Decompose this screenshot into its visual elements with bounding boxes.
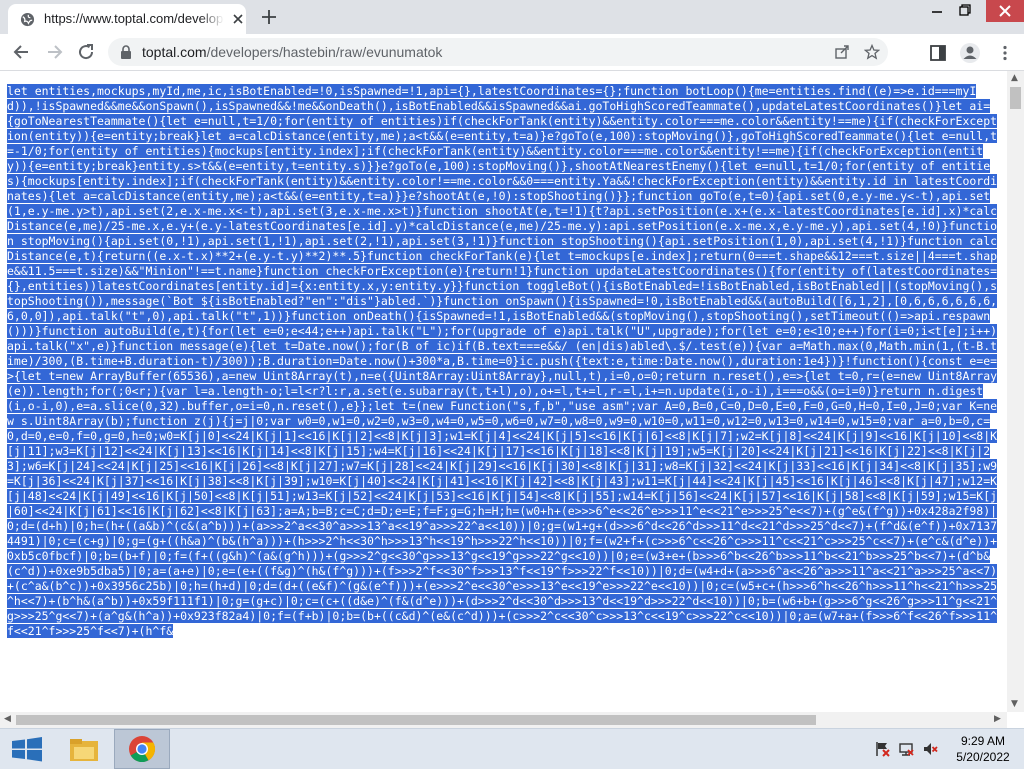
taskbar: 9:29 AM 5/20/2022 — [0, 728, 1024, 769]
url-path: /developers/hastebin/raw/evunumatok — [206, 44, 443, 60]
url-text[interactable]: toptal.com/developers/hastebin/raw/evunu… — [142, 44, 442, 60]
vertical-scrollbar[interactable]: ▲ ▼ — [1007, 71, 1024, 712]
horizontal-scroll-thumb[interactable] — [16, 715, 816, 725]
raw-code-text[interactable]: let entities,mockups,myId,me,ic,isBotEna… — [7, 84, 999, 639]
tab-close-icon[interactable] — [232, 13, 244, 25]
clock-date: 5/20/2022 — [956, 750, 1010, 764]
side-panel-icon[interactable] — [929, 44, 947, 62]
scroll-right-icon[interactable]: ▶ — [994, 714, 1001, 724]
volume-muted-icon[interactable] — [922, 741, 938, 757]
back-arrow-icon[interactable] — [12, 42, 32, 62]
scroll-down-icon[interactable]: ▼ — [1011, 699, 1018, 709]
start-windows-icon[interactable] — [0, 729, 56, 769]
selected-code[interactable]: let entities,mockups,myId,me,ic,isBotEna… — [7, 84, 998, 638]
browser-tab[interactable]: https://www.toptal.com/developers/hasteb… — [8, 4, 246, 34]
system-clock[interactable]: 9:29 AM 5/20/2022 — [956, 733, 1010, 765]
horizontal-scrollbar[interactable]: ◀ ▶ — [0, 712, 1007, 728]
url-host: toptal.com — [142, 44, 207, 60]
more-menu-icon[interactable] — [996, 44, 1014, 62]
tab-strip: https://www.toptal.com/developers/hasteb… — [0, 0, 1024, 34]
chrome-icon — [129, 736, 156, 763]
share-icon[interactable] — [834, 44, 850, 60]
clock-time: 9:29 AM — [960, 734, 1006, 748]
browser-toolbar: toptal.com/developers/hastebin/raw/evunu… — [0, 34, 1024, 71]
address-bar[interactable]: toptal.com/developers/hastebin/raw/evunu… — [108, 38, 888, 66]
network-icon[interactable] — [898, 741, 914, 757]
tab-title: https://www.toptal.com/developers/hasteb… — [44, 11, 224, 26]
file-explorer-icon[interactable] — [56, 729, 112, 769]
new-tab-icon[interactable] — [260, 8, 278, 26]
taskbar-chrome-button[interactable] — [114, 729, 170, 769]
scroll-up-icon[interactable]: ▲ — [1011, 73, 1018, 83]
scroll-left-icon[interactable]: ◀ — [4, 714, 11, 724]
restore-window-icon[interactable] — [949, 0, 979, 22]
lock-icon[interactable] — [120, 45, 132, 59]
forward-arrow-icon[interactable] — [44, 42, 64, 62]
vertical-scroll-thumb[interactable] — [1010, 87, 1021, 109]
reload-icon[interactable] — [76, 42, 96, 62]
close-window-icon[interactable] — [986, 0, 1024, 22]
profile-avatar-icon[interactable] — [959, 42, 981, 64]
minimize-window-icon[interactable] — [922, 0, 952, 22]
globe-icon — [20, 12, 35, 27]
page-content[interactable]: let entities,mockups,myId,me,ic,isBotEna… — [0, 71, 1024, 712]
action-center-flag-icon[interactable] — [874, 741, 890, 757]
bookmark-star-icon[interactable] — [864, 44, 880, 60]
